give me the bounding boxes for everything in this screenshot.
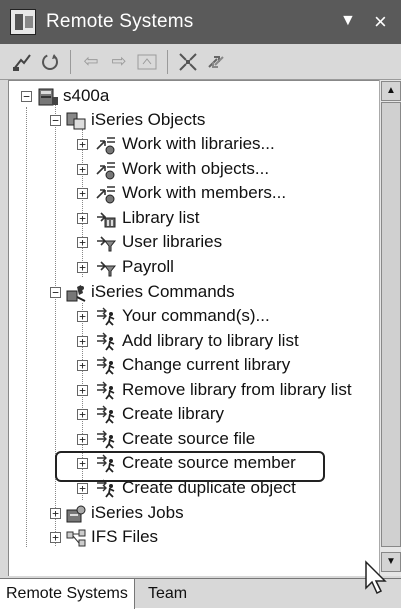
iseries-jobs-icon (66, 505, 86, 523)
tree-node-label: Create source file (122, 428, 256, 448)
tree-node-iseries-objects[interactable]: − iSeries Objects (9, 109, 369, 133)
expand-toggle-icon[interactable]: + (77, 163, 88, 175)
command-icon (97, 332, 115, 351)
tree-node-item[interactable]: + Change current library (9, 354, 369, 378)
expand-toggle-icon[interactable]: + (77, 482, 88, 494)
highlight-outline (55, 451, 325, 482)
work-with-filter-icon (96, 161, 115, 179)
tree-node-item[interactable]: + Add library to library list (9, 330, 369, 354)
tree-node-item[interactable]: + User libraries (9, 231, 369, 255)
tab-remote-systems[interactable]: Remote Systems (0, 579, 135, 609)
up-arrow-icon[interactable] (133, 48, 161, 76)
tree-node-label: Work with libraries... (122, 134, 275, 153)
expand-toggle-icon[interactable]: + (77, 384, 88, 396)
tree-node-label: iSeries Objects (91, 110, 206, 129)
tree-node-item[interactable]: + Work with objects... (9, 158, 369, 182)
tree-node-item[interactable]: + Create source file (9, 428, 369, 452)
command-icon (97, 381, 115, 400)
expand-toggle-icon[interactable]: + (50, 508, 61, 519)
tree-node-label: Library list (122, 207, 200, 227)
tree-node-item[interactable]: + Remove library from library list (9, 379, 369, 403)
tab-label: Remote Systems (6, 585, 128, 602)
tree-node-label: Your command(s)... (122, 306, 270, 325)
tree-node-item[interactable]: + Work with libraries... (9, 133, 369, 157)
tree-node-s400a[interactable]: − s400a (9, 85, 369, 109)
tree-node-label: Create library (122, 404, 225, 423)
tree-node-item[interactable]: + Your command(s)... (9, 305, 369, 329)
expand-toggle-icon[interactable]: + (77, 409, 88, 420)
link-with-editor-icon[interactable] (202, 48, 230, 76)
iseries-objects-icon (66, 112, 86, 130)
tree-node-label: User libraries (122, 232, 223, 251)
collapse-all-icon[interactable] (174, 48, 202, 76)
tree-node-item[interactable]: + Payroll (9, 256, 369, 280)
tree-node-label: Work with objects... (122, 158, 270, 178)
remote-systems-view: Remote Systems ▼ × ⇦ ⇨ − s400a − iSeries… (0, 0, 401, 609)
view-title: Remote Systems (46, 11, 194, 32)
expand-toggle-icon[interactable]: + (77, 433, 88, 445)
work-with-filter-icon (96, 137, 115, 155)
ifs-files-icon (66, 529, 86, 547)
tab-team[interactable]: Team (142, 579, 193, 609)
scroll-up-arrow-icon[interactable]: ▲ (381, 81, 401, 101)
expand-toggle-icon[interactable]: + (77, 335, 88, 347)
mouse-pointer-icon (365, 560, 387, 595)
toolbar-separator (167, 49, 168, 74)
tree-node-label: Work with members... (122, 183, 287, 202)
view-tab-bar: Remote Systems Team (0, 578, 401, 609)
expand-toggle-icon[interactable]: + (77, 237, 88, 248)
close-button[interactable]: × (374, 9, 387, 35)
view-toolbar: ⇦ ⇨ (0, 44, 401, 80)
filter-icon (97, 236, 117, 252)
tree-node-label: Add library to library list (122, 330, 299, 350)
view-title-bar: Remote Systems ▼ × (0, 0, 401, 44)
expand-toggle-icon[interactable]: + (77, 360, 88, 371)
tree-node-item[interactable]: + Create library (9, 403, 369, 427)
work-with-filter-icon (96, 186, 115, 204)
tree-node-iseries-commands[interactable]: − iSeries Commands (9, 281, 369, 305)
new-connection-icon[interactable] (8, 48, 36, 76)
remote-systems-tree: − s400a − iSeries Objects + Work with lib… (8, 80, 379, 576)
tree-node-item[interactable]: + Work with members... (9, 182, 369, 206)
expand-toggle-icon[interactable]: + (77, 188, 88, 199)
expand-toggle-icon[interactable]: + (77, 139, 88, 150)
tree-node-label: Change current library (122, 355, 291, 374)
iseries-commands-icon (66, 285, 86, 302)
system-connection-icon (38, 88, 58, 106)
command-icon (97, 430, 115, 449)
command-icon (97, 356, 115, 375)
scrollbar-thumb[interactable] (381, 102, 401, 547)
toolbar-separator (70, 49, 71, 74)
tree-node-label: Payroll (122, 256, 174, 276)
tree-node-label: Remove library from library list (122, 379, 352, 399)
library-list-icon (97, 211, 116, 227)
expand-toggle-icon[interactable]: + (77, 311, 88, 322)
collapse-toggle-icon[interactable]: − (50, 287, 61, 298)
tree-node-label: iSeries Jobs (91, 503, 184, 522)
expand-toggle-icon[interactable]: + (77, 212, 88, 224)
refresh-icon[interactable] (36, 48, 64, 76)
tree-node-label: s400a (63, 86, 110, 105)
tree-node-iseries-jobs[interactable]: + iSeries Jobs (9, 502, 369, 526)
command-icon (97, 307, 115, 326)
tree-node-label: iSeries Commands (91, 282, 235, 301)
tab-label: Team (148, 585, 188, 602)
forward-arrow-icon[interactable]: ⇨ (105, 48, 133, 76)
tree-node-item[interactable]: + Library list (9, 207, 369, 231)
collapse-toggle-icon[interactable]: − (50, 115, 61, 126)
tree-node-label: IFS Files (91, 527, 159, 546)
collapse-toggle-icon[interactable]: − (21, 91, 32, 102)
filter-icon (97, 260, 117, 276)
vertical-scrollbar[interactable]: ▲ ▼ (379, 80, 401, 576)
command-icon (97, 405, 115, 424)
expand-toggle-icon[interactable]: + (77, 261, 88, 273)
remote-systems-icon (10, 9, 36, 35)
tree-node-ifs-files[interactable]: + IFS Files (9, 526, 369, 550)
back-arrow-icon[interactable]: ⇦ (77, 48, 105, 76)
expand-toggle-icon[interactable]: + (50, 532, 61, 543)
view-menu-button[interactable]: ▼ (340, 12, 356, 30)
